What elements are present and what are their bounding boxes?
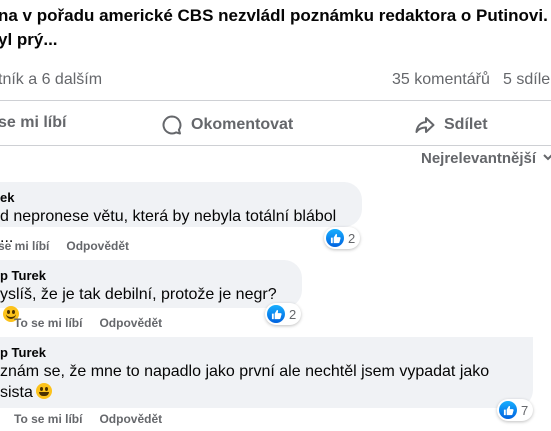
comment-actions: se mi líbí Odpovědět	[0, 239, 129, 253]
reactors-summary[interactable]: tník a 6 dalším	[0, 71, 102, 89]
post-title-line-2: yl prý...	[0, 30, 58, 49]
sort-label: Nejrelevantnější	[421, 150, 537, 167]
comment-bubble: p Turek znám se, že mne to napadlo jako …	[0, 337, 533, 408]
comment-like-link[interactable]: se mi líbí	[0, 239, 49, 253]
comment-actions: To se mi líbí Odpovědět	[14, 316, 162, 330]
comment-reaction-badge[interactable]: 2	[324, 227, 361, 249]
reaction-count: 2	[348, 230, 356, 246]
comment-actions: To se mi líbí Odpovědět	[14, 412, 162, 426]
reaction-count: 7	[521, 402, 529, 418]
comment-reply-link[interactable]: Odpovědět	[66, 239, 129, 253]
comment-author[interactable]: p Turek	[0, 344, 521, 361]
comment-author[interactable]: p Turek	[0, 267, 290, 284]
comment-reaction-badge[interactable]: 2	[265, 303, 302, 325]
like-reaction-icon	[326, 229, 344, 247]
comment-icon	[161, 114, 183, 136]
comment-text-content: sista	[0, 384, 33, 401]
post-title-line-1: na v pořadu americké CBS nezvládl poznám…	[0, 6, 548, 25]
comment-like-link[interactable]: To se mi líbí	[14, 316, 82, 330]
comment-button[interactable]: Okomentovat	[161, 114, 293, 136]
like-reaction-icon	[499, 401, 517, 419]
grinning-face-icon	[35, 383, 52, 399]
divider-bottom	[0, 145, 551, 146]
chevron-down-icon	[542, 150, 551, 167]
comment-reply-link[interactable]: Odpovědět	[99, 316, 162, 330]
post-action-bar: se mi líbí Okomentovat Sdílet	[0, 101, 551, 145]
comment-bubble: p Turek yslíš, že je tak debilní, protož…	[0, 260, 302, 322]
comment-text-content: yslíš, že je tak debilní, protože je neg…	[0, 286, 277, 303]
comment-text-line-2: sista	[0, 382, 521, 403]
comment-bubble: ek d nepronese větu, která by nebyla tot…	[0, 182, 362, 246]
share-button[interactable]: Sdílet	[414, 114, 488, 136]
comments-count[interactable]: 35 komentářů	[392, 71, 490, 89]
comment-like-link[interactable]: To se mi líbí	[14, 412, 82, 426]
reaction-count: 2	[289, 306, 297, 322]
like-button-label: se mi líbí	[0, 114, 67, 131]
comment-button-label: Okomentovat	[191, 116, 294, 133]
comment-sort-dropdown[interactable]: Nejrelevantnější	[421, 150, 551, 167]
share-button-label: Sdílet	[444, 116, 488, 133]
like-reaction-icon	[267, 305, 285, 323]
like-button[interactable]: se mi líbí	[0, 114, 66, 132]
shares-count[interactable]: 5 sdíle	[503, 71, 550, 89]
comment-text-line-1: znám se, že mne to napadlo jako první al…	[0, 363, 490, 380]
share-icon	[414, 114, 436, 136]
comment-reaction-badge[interactable]: 7	[497, 399, 534, 421]
post-stats: tník a 6 dalším 35 komentářů 5 sdíle	[0, 60, 551, 100]
comment-reply-link[interactable]: Odpovědět	[99, 412, 162, 426]
comment-author[interactable]: ek	[0, 189, 350, 206]
